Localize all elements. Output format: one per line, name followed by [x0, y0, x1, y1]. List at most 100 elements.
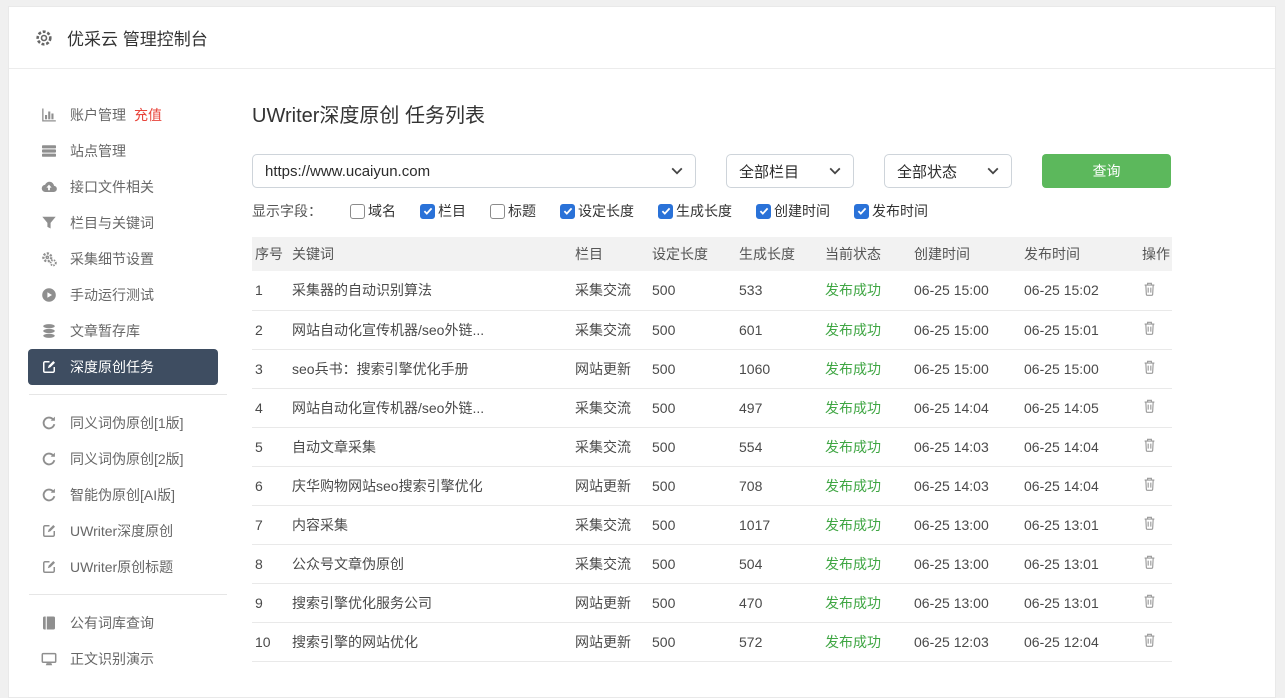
set-length: 500 [649, 622, 736, 661]
display-fields: 显示字段： 域名栏目标题设定长度生成长度创建时间发布时间 [252, 201, 1275, 221]
set-length: 500 [649, 466, 736, 505]
check-icon [563, 207, 573, 215]
sidebar-item-uwriter-title[interactable]: UWriter原创标题 [28, 549, 218, 585]
status: 发布成功 [822, 544, 911, 583]
checkbox-icon[interactable] [490, 204, 505, 219]
sidebar-item-content-recognition[interactable]: 正文识别演示 [28, 641, 218, 677]
delete-button[interactable] [1142, 593, 1157, 609]
field-checkbox-域名[interactable]: 域名 [350, 201, 396, 221]
category: 采集交流 [572, 271, 649, 310]
check-icon [759, 207, 769, 215]
sidebar-item-columns-keywords[interactable]: 栏目与关键词 [28, 205, 218, 241]
set-length: 500 [649, 505, 736, 544]
refresh-icon [41, 415, 57, 431]
published-time: 06-25 15:01 [1021, 310, 1139, 349]
sidebar-divider [29, 394, 227, 395]
check-icon [423, 207, 433, 215]
sidebar-item-uwriter-deep[interactable]: UWriter深度原创 [28, 513, 218, 549]
gen-length: 601 [736, 310, 822, 349]
published-time: 06-25 12:04 [1021, 622, 1139, 661]
published-time: 06-25 14:04 [1021, 466, 1139, 505]
created-time: 06-25 15:00 [911, 271, 1021, 310]
column-header: 发布时间 [1021, 237, 1139, 271]
field-checkbox-标题[interactable]: 标题 [490, 201, 536, 221]
sidebar-item-interface-files[interactable]: 接口文件相关 [28, 169, 218, 205]
set-length: 500 [649, 349, 736, 388]
gen-length: 533 [736, 271, 822, 310]
sidebar-item-ai-rewrite[interactable]: 智能伪原创[AI版] [28, 477, 218, 513]
delete-button[interactable] [1142, 476, 1157, 492]
sidebar-item-article-cache[interactable]: 文章暂存库 [28, 313, 218, 349]
checkbox-icon[interactable] [350, 204, 365, 219]
table-row: 1采集器的自动识别算法采集交流500533发布成功06-25 15:0006-2… [252, 271, 1172, 310]
checkbox-icon[interactable] [420, 204, 435, 219]
keyword: 公众号文章伪原创 [289, 544, 572, 583]
row-num: 4 [252, 388, 289, 427]
status-select[interactable]: 全部状态 [884, 154, 1012, 188]
status: 发布成功 [822, 388, 911, 427]
bar-chart-icon [41, 107, 57, 123]
gear-icon [34, 28, 54, 48]
page-title: UWriter深度原创 任务列表 [252, 99, 1275, 128]
recharge-badge[interactable]: 充值 [134, 105, 162, 125]
keyword: 内容采集 [289, 505, 572, 544]
query-button[interactable]: 查询 [1042, 154, 1171, 188]
filter-row: https://www.ucaiyun.com 全部栏目 全部状态 查询 [252, 154, 1275, 188]
delete-button[interactable] [1142, 359, 1157, 375]
table-row: 8公众号文章伪原创采集交流500504发布成功06-25 13:0006-25 … [252, 544, 1172, 583]
gen-length: 1017 [736, 505, 822, 544]
table-header-row: 序号关键词栏目设定长度生成长度当前状态创建时间发布时间操作 [252, 237, 1172, 271]
checkbox-icon[interactable] [658, 204, 673, 219]
checkbox-icon[interactable] [560, 204, 575, 219]
chevron-down-icon [829, 167, 841, 175]
gen-length: 504 [736, 544, 822, 583]
category-select[interactable]: 全部栏目 [726, 154, 854, 188]
table-row: 10搜索引擎的网站优化网站更新500572发布成功06-25 12:0306-2… [252, 622, 1172, 661]
column-header: 操作 [1139, 237, 1172, 271]
field-checkbox-生成长度[interactable]: 生成长度 [658, 201, 732, 221]
field-checkbox-创建时间[interactable]: 创建时间 [756, 201, 830, 221]
delete-button[interactable] [1142, 398, 1157, 414]
sidebar-item-account[interactable]: 账户管理 充值 [28, 97, 218, 133]
site-select[interactable]: https://www.ucaiyun.com [252, 154, 696, 188]
checkbox-icon[interactable] [854, 204, 869, 219]
delete-button[interactable] [1142, 320, 1157, 336]
app-title: 优采云 管理控制台 [67, 25, 208, 50]
created-time: 06-25 14:04 [911, 388, 1021, 427]
checkbox-icon[interactable] [756, 204, 771, 219]
monitor-icon [41, 651, 57, 667]
sidebar-item-synonym-v1[interactable]: 同义词伪原创[1版] [28, 405, 218, 441]
edit-icon [41, 523, 57, 539]
field-label: 域名 [368, 201, 396, 221]
status: 发布成功 [822, 427, 911, 466]
field-checkbox-栏目[interactable]: 栏目 [420, 201, 466, 221]
gen-length: 572 [736, 622, 822, 661]
set-length: 500 [649, 544, 736, 583]
keyword: 网站自动化宣传机器/seo外链... [289, 310, 572, 349]
app-window: 优采云 管理控制台 账户管理 充值 站点管理 接口文件相关 栏目与关键词 [8, 6, 1276, 698]
column-header: 序号 [252, 237, 289, 271]
delete-button[interactable] [1142, 554, 1157, 570]
task-table: 序号关键词栏目设定长度生成长度当前状态创建时间发布时间操作 1采集器的自动识别算… [252, 237, 1172, 662]
field-checkbox-发布时间[interactable]: 发布时间 [854, 201, 928, 221]
status: 发布成功 [822, 505, 911, 544]
delete-button[interactable] [1142, 632, 1157, 648]
sidebar-item-deep-original-tasks[interactable]: 深度原创任务 [28, 349, 218, 385]
sidebar-item-sites[interactable]: 站点管理 [28, 133, 218, 169]
sidebar-item-manual-test[interactable]: 手动运行测试 [28, 277, 218, 313]
delete-button[interactable] [1142, 437, 1157, 453]
sidebar-item-collection-settings[interactable]: 采集细节设置 [28, 241, 218, 277]
row-num: 3 [252, 349, 289, 388]
field-checkbox-设定长度[interactable]: 设定长度 [560, 201, 634, 221]
row-num: 5 [252, 427, 289, 466]
sidebar-item-public-thesaurus[interactable]: 公有词库查询 [28, 605, 218, 641]
delete-button[interactable] [1142, 515, 1157, 531]
keyword: seo兵书：搜索引擎优化手册 [289, 349, 572, 388]
table-row: 2网站自动化宣传机器/seo外链...采集交流500601发布成功06-25 1… [252, 310, 1172, 349]
filter-icon [41, 215, 57, 231]
table-body: 1采集器的自动识别算法采集交流500533发布成功06-25 15:0006-2… [252, 271, 1172, 661]
category: 采集交流 [572, 505, 649, 544]
delete-button[interactable] [1142, 281, 1157, 297]
sidebar-item-synonym-v2[interactable]: 同义词伪原创[2版] [28, 441, 218, 477]
set-length: 500 [649, 310, 736, 349]
